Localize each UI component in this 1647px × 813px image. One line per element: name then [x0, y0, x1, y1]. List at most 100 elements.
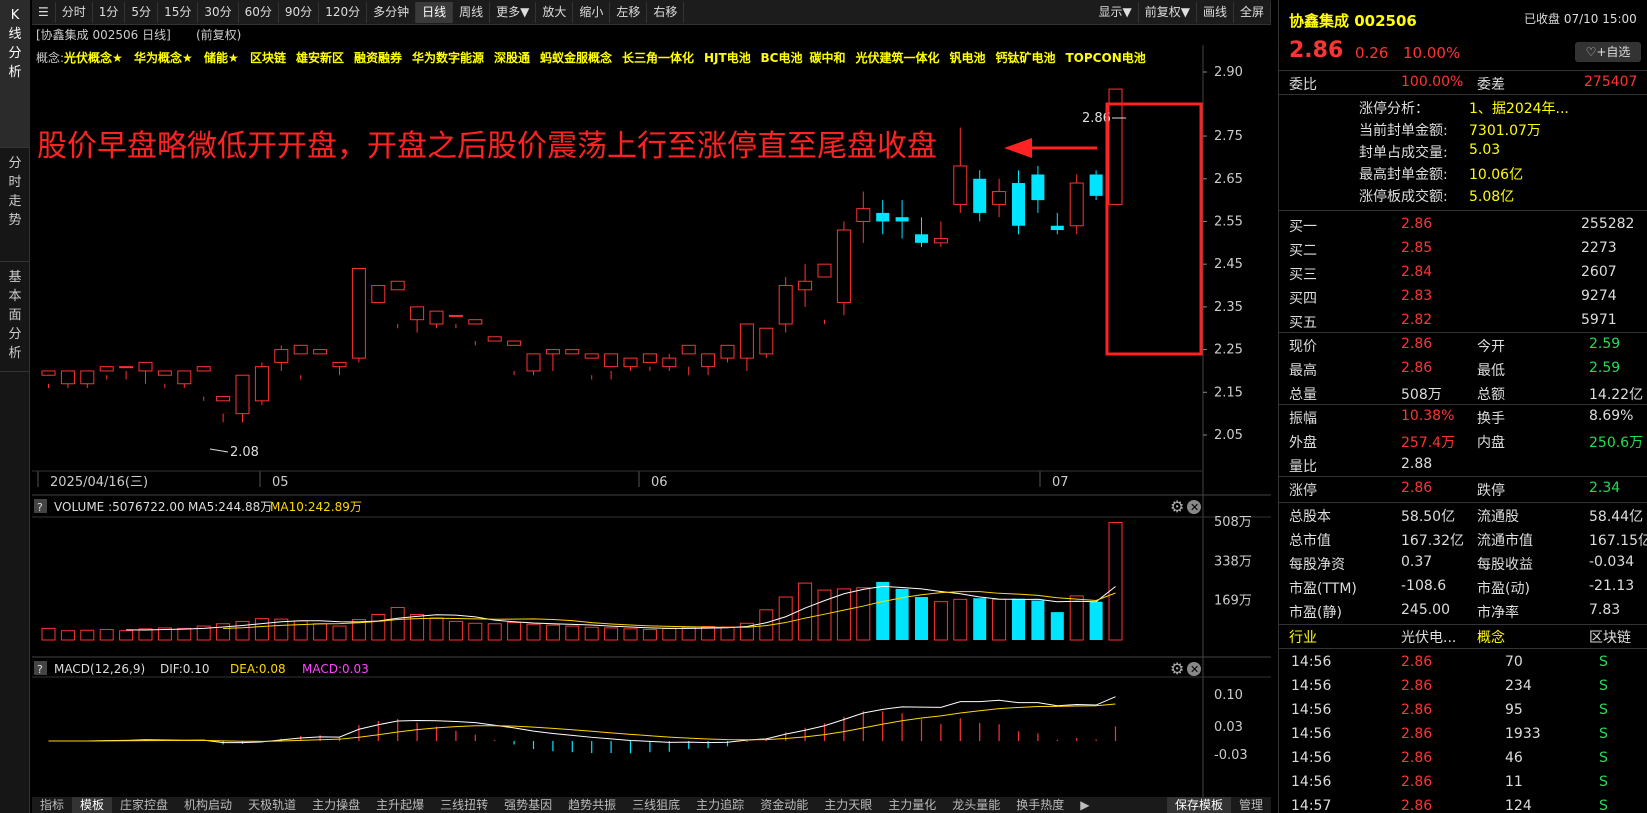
period-button-9[interactable]: 日线	[416, 1, 454, 23]
template-tab-9[interactable]: 趋势共振	[560, 797, 624, 813]
volume-bar	[60, 630, 75, 641]
quote-stat-key-1-1: 最低	[1477, 363, 1505, 379]
period-button-2[interactable]: 5分	[125, 1, 159, 23]
template-tab-2[interactable]: 庄家控盘	[112, 797, 176, 813]
concept-item-11[interactable]: BC电池	[761, 50, 803, 65]
period-button-11[interactable]: 更多▼	[490, 1, 537, 23]
period-button-12[interactable]: 放大	[536, 1, 574, 23]
template-tab-14[interactable]: 主力量化	[880, 797, 944, 813]
trade-tick-row-6: 14:57 2.86 124 S	[1279, 796, 1647, 813]
add-watchlist-button[interactable]: ♡+自选	[1575, 42, 1641, 62]
tick-volume-1: 234	[1505, 678, 1532, 694]
volume-bar	[915, 597, 928, 640]
template-tab-5[interactable]: 主力操盘	[304, 797, 368, 813]
macd-y-tick: 0.03	[1214, 720, 1243, 735]
concept-item-8[interactable]: 蚂蚁金服概念	[540, 50, 612, 65]
y-tick-label: 2.05	[1214, 428, 1243, 443]
candle-body	[99, 366, 114, 372]
side-tab-1[interactable]: 分时走势	[0, 148, 30, 262]
period-button-3[interactable]: 15分	[158, 1, 199, 23]
concept-item-5[interactable]: 融资融券	[354, 50, 403, 65]
period-button-0[interactable]: 分时	[56, 1, 93, 23]
side-tab-2[interactable]: 基本面分析	[0, 262, 30, 372]
template-tab-13[interactable]: 主力天眼	[816, 797, 880, 813]
period-button-6[interactable]: 90分	[279, 1, 320, 23]
macd-settings-icon[interactable]: ⚙	[1170, 659, 1184, 678]
template-tab-10[interactable]: 三线狙底	[624, 797, 688, 813]
settings-icon[interactable]: ⚙	[1170, 497, 1184, 516]
bid-volume-3: 9274	[1581, 288, 1617, 304]
template-tab-3[interactable]: 机构启动	[176, 797, 240, 813]
template-tab-12[interactable]: 资金动能	[752, 797, 816, 813]
quote-stat-value-2-0: 508万	[1401, 387, 1442, 403]
concept-item-14[interactable]: 钒电池	[950, 50, 986, 65]
tick-volume-0: 70	[1505, 654, 1523, 670]
toolbar-right-button-3[interactable]: 全屏	[1234, 1, 1271, 23]
concept-item-3[interactable]: 区块链	[250, 50, 287, 65]
concept-item-15[interactable]: 钙钛矿电池	[996, 50, 1056, 65]
concept-item-13[interactable]: 光伏建筑一体化	[855, 50, 940, 65]
concept-item-7[interactable]: 深股通	[494, 50, 530, 65]
template-tab-4[interactable]: 天极轨道	[240, 797, 304, 813]
fundamental-stat-value-0-0: 58.50亿	[1401, 509, 1456, 525]
concept-item-2[interactable]: 储能★	[204, 50, 239, 65]
period-button-1[interactable]: 1分	[93, 1, 126, 23]
macd-dif-label: DIF:0.10	[160, 662, 210, 676]
concept-item-16[interactable]: TOPCON电池	[1066, 50, 1146, 65]
concept-item-4[interactable]: 雄安新区	[295, 50, 344, 65]
volume-bar	[138, 628, 153, 641]
toolbar-right-button-1[interactable]: 前复权▼	[1139, 1, 1197, 23]
toolbar-right-button-0[interactable]: 显示▼	[1093, 1, 1139, 23]
template-tab-0[interactable]: 指标	[32, 797, 72, 813]
concept-item-0[interactable]: 光伏概念★	[63, 50, 123, 65]
concept-item-6[interactable]: 华为数字能源	[412, 50, 484, 65]
period-button-7[interactable]: 120分	[319, 1, 368, 23]
tick-side-2: S	[1599, 702, 1608, 718]
kline-chart[interactable]: [协鑫集成 002506 日线] (前复权) 概念: 光伏概念★ 华为概念★ 储能★ 区块链…	[32, 25, 1271, 797]
volume-bar	[371, 613, 386, 641]
fundamental-stat-value-1-0: 167.32亿	[1401, 533, 1464, 549]
period-button-10[interactable]: 周线	[453, 1, 491, 23]
template-tab-8[interactable]: 强势基因	[496, 797, 560, 813]
sep	[1279, 94, 1647, 95]
template-tab-7[interactable]: 三线扭转	[432, 797, 496, 813]
bid-volume-2: 2607	[1581, 264, 1617, 280]
tick-time-3: 14:56	[1291, 726, 1332, 742]
template-tab-19[interactable]: 管理	[1231, 797, 1271, 813]
concept-item-10[interactable]: HJT电池	[704, 50, 751, 65]
weicha-value: 275407	[1584, 74, 1638, 90]
period-button-4[interactable]: 30分	[198, 1, 239, 23]
candle-body	[623, 357, 638, 368]
period-button-13[interactable]: 缩小	[573, 1, 611, 23]
volume-ma10-label: MA10:242.89万	[270, 500, 362, 514]
tick-volume-6: 124	[1505, 798, 1532, 813]
concept-item-12[interactable]: 碳中和	[810, 50, 846, 65]
tick-time-4: 14:56	[1291, 750, 1332, 766]
concept-item-9[interactable]: 长三角一体化	[622, 50, 694, 65]
fundamental-stat-value-4-1: 7.83	[1589, 602, 1621, 618]
period-button-15[interactable]: 右移	[647, 1, 685, 23]
side-tab-0[interactable]: K线分析	[0, 0, 30, 148]
toolbar-right-button-2[interactable]: 画线	[1197, 1, 1234, 23]
sep	[1279, 476, 1647, 477]
template-tab-15[interactable]: 龙头量能	[944, 797, 1008, 813]
period-button-5[interactable]: 60分	[239, 1, 279, 23]
menu-icon[interactable]: ☰	[32, 1, 56, 23]
tick-price-1: 2.86	[1401, 678, 1433, 694]
template-tab-16[interactable]: 换手热度	[1008, 797, 1072, 813]
template-tab-6[interactable]: 主升起爆	[368, 797, 432, 813]
concept-item-1[interactable]: 华为概念★	[134, 50, 193, 65]
fundamental-stat-row-1: 总市值 167.32亿 流通市值 167.15亿	[1279, 528, 1647, 550]
candle-body	[915, 234, 928, 243]
candle-body	[1012, 183, 1025, 226]
period-button-14[interactable]: 左移	[610, 1, 648, 23]
template-tab-17[interactable]: ▶	[1072, 797, 1097, 813]
bid-row-1: 买二 2.85 2273	[1279, 238, 1647, 260]
turnover-stat-key-0-1: 换手	[1477, 411, 1505, 427]
template-tab-1[interactable]: 模板	[72, 797, 113, 813]
fundamental-stat-key-3-1: 市盈(动)	[1477, 581, 1530, 597]
template-tab-11[interactable]: 主力追踪	[688, 797, 752, 813]
template-tab-18[interactable]: 保存模板	[1166, 797, 1231, 813]
period-button-8[interactable]: 多分钟	[367, 1, 417, 23]
candle-body	[390, 280, 405, 291]
